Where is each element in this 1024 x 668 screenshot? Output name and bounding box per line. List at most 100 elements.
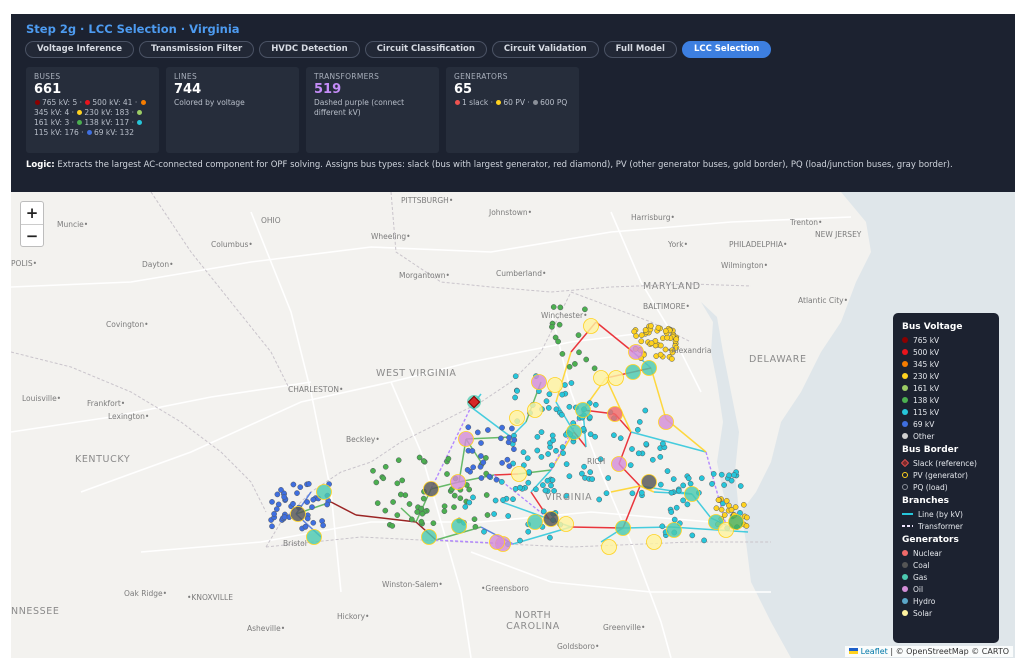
bus-node[interactable] xyxy=(713,505,720,512)
bus-node[interactable] xyxy=(505,513,512,519)
bus-node[interactable] xyxy=(664,334,670,341)
bus-node[interactable] xyxy=(726,472,732,479)
bus-node[interactable] xyxy=(698,475,705,482)
generator-marker[interactable] xyxy=(423,481,439,497)
bus-node[interactable] xyxy=(290,481,297,488)
bus-node[interactable] xyxy=(511,437,518,443)
bus-node[interactable] xyxy=(670,476,677,482)
generator-marker[interactable] xyxy=(646,534,662,550)
bus-node[interactable] xyxy=(457,495,464,502)
tab-voltage-inference[interactable]: Voltage Inference xyxy=(25,41,134,58)
bus-node[interactable] xyxy=(281,514,288,521)
bus-node[interactable] xyxy=(648,340,655,347)
bus-node[interactable] xyxy=(543,398,550,405)
bus-node[interactable] xyxy=(441,508,448,515)
generator-marker[interactable] xyxy=(306,529,322,545)
bus-node[interactable] xyxy=(484,512,491,518)
bus-node[interactable] xyxy=(491,511,497,517)
bus-node[interactable] xyxy=(294,490,300,496)
bus-node[interactable] xyxy=(271,511,277,517)
generator-marker[interactable] xyxy=(593,370,609,386)
bus-node[interactable] xyxy=(687,480,694,487)
bus-node[interactable] xyxy=(668,489,675,496)
bus-node[interactable] xyxy=(675,487,682,494)
bus-node[interactable] xyxy=(382,507,389,514)
bus-node[interactable] xyxy=(655,324,662,331)
tab-full-model[interactable]: Full Model xyxy=(603,41,677,58)
bus-node[interactable] xyxy=(506,434,512,441)
bus-node[interactable] xyxy=(657,454,664,460)
bus-node[interactable] xyxy=(512,373,519,380)
bus-node[interactable] xyxy=(731,472,737,478)
bus-node[interactable] xyxy=(547,534,553,541)
bus-node[interactable] xyxy=(481,528,487,535)
bus-node[interactable] xyxy=(408,516,415,523)
bus-node[interactable] xyxy=(305,481,312,487)
generator-marker[interactable] xyxy=(316,484,332,500)
bus-node[interactable] xyxy=(302,523,309,530)
bus-node[interactable] xyxy=(718,471,725,478)
bus-node[interactable] xyxy=(534,434,541,440)
tab-transmission-filter[interactable]: Transmission Filter xyxy=(138,41,255,58)
bus-node[interactable] xyxy=(517,484,523,491)
bus-node[interactable] xyxy=(380,475,387,482)
generator-marker[interactable] xyxy=(290,506,306,522)
bus-node[interactable] xyxy=(684,501,691,508)
tab-circuit-classification[interactable]: Circuit Classification xyxy=(364,41,487,58)
bus-node[interactable] xyxy=(465,424,472,431)
bus-node[interactable] xyxy=(478,453,484,459)
bus-node[interactable] xyxy=(728,477,735,484)
bus-node[interactable] xyxy=(668,509,675,515)
bus-node[interactable] xyxy=(629,490,636,497)
bus-node[interactable] xyxy=(715,497,722,503)
generator-marker[interactable] xyxy=(547,377,563,393)
bus-node[interactable] xyxy=(710,471,717,477)
bus-node[interactable] xyxy=(549,432,556,439)
bus-node[interactable] xyxy=(486,473,493,480)
bus-node[interactable] xyxy=(274,491,281,498)
zoom-in-button[interactable]: + xyxy=(21,202,43,224)
bus-node[interactable] xyxy=(526,469,532,475)
generator-marker[interactable] xyxy=(566,424,582,440)
bus-node[interactable] xyxy=(657,481,664,488)
bus-node[interactable] xyxy=(592,433,598,440)
bus-node[interactable] xyxy=(390,499,396,505)
bus-node[interactable] xyxy=(589,476,596,482)
bus-node[interactable] xyxy=(509,425,515,432)
bus-node[interactable] xyxy=(304,499,310,505)
generator-marker[interactable] xyxy=(625,364,641,380)
bus-node[interactable] xyxy=(680,482,687,489)
bus-node[interactable] xyxy=(545,405,552,411)
bus-node[interactable] xyxy=(611,432,617,439)
bus-node[interactable] xyxy=(657,342,664,349)
bus-node[interactable] xyxy=(627,462,634,468)
generator-marker[interactable] xyxy=(421,529,437,545)
bus-node[interactable] xyxy=(673,336,680,343)
bus-node[interactable] xyxy=(419,510,426,517)
bus-node[interactable] xyxy=(566,473,573,480)
bus-node[interactable] xyxy=(638,332,645,339)
bus-node[interactable] xyxy=(728,506,735,513)
bus-node[interactable] xyxy=(394,512,401,518)
map-view[interactable]: PITTSBURGH• Johnstown• Harrisburg• Trenton•… xyxy=(11,192,1015,658)
bus-node[interactable] xyxy=(671,516,678,523)
bus-node[interactable] xyxy=(568,380,575,386)
generator-marker[interactable] xyxy=(543,511,559,527)
bus-node[interactable] xyxy=(579,470,585,477)
bus-node[interactable] xyxy=(370,467,376,474)
bus-node[interactable] xyxy=(389,523,396,529)
generator-marker[interactable] xyxy=(575,402,591,418)
bus-node[interactable] xyxy=(576,349,582,356)
bus-node[interactable] xyxy=(555,338,561,345)
generator-marker[interactable] xyxy=(450,474,466,490)
generator-marker[interactable] xyxy=(489,534,505,550)
bus-node[interactable] xyxy=(472,523,479,530)
bus-node[interactable] xyxy=(743,523,750,529)
bus-node[interactable] xyxy=(462,503,469,510)
bus-node[interactable] xyxy=(546,391,553,398)
bus-node[interactable] xyxy=(480,459,487,466)
bus-node[interactable] xyxy=(441,503,448,510)
bus-node[interactable] xyxy=(538,429,545,435)
bus-node[interactable] xyxy=(290,500,296,507)
bus-node[interactable] xyxy=(281,494,287,500)
